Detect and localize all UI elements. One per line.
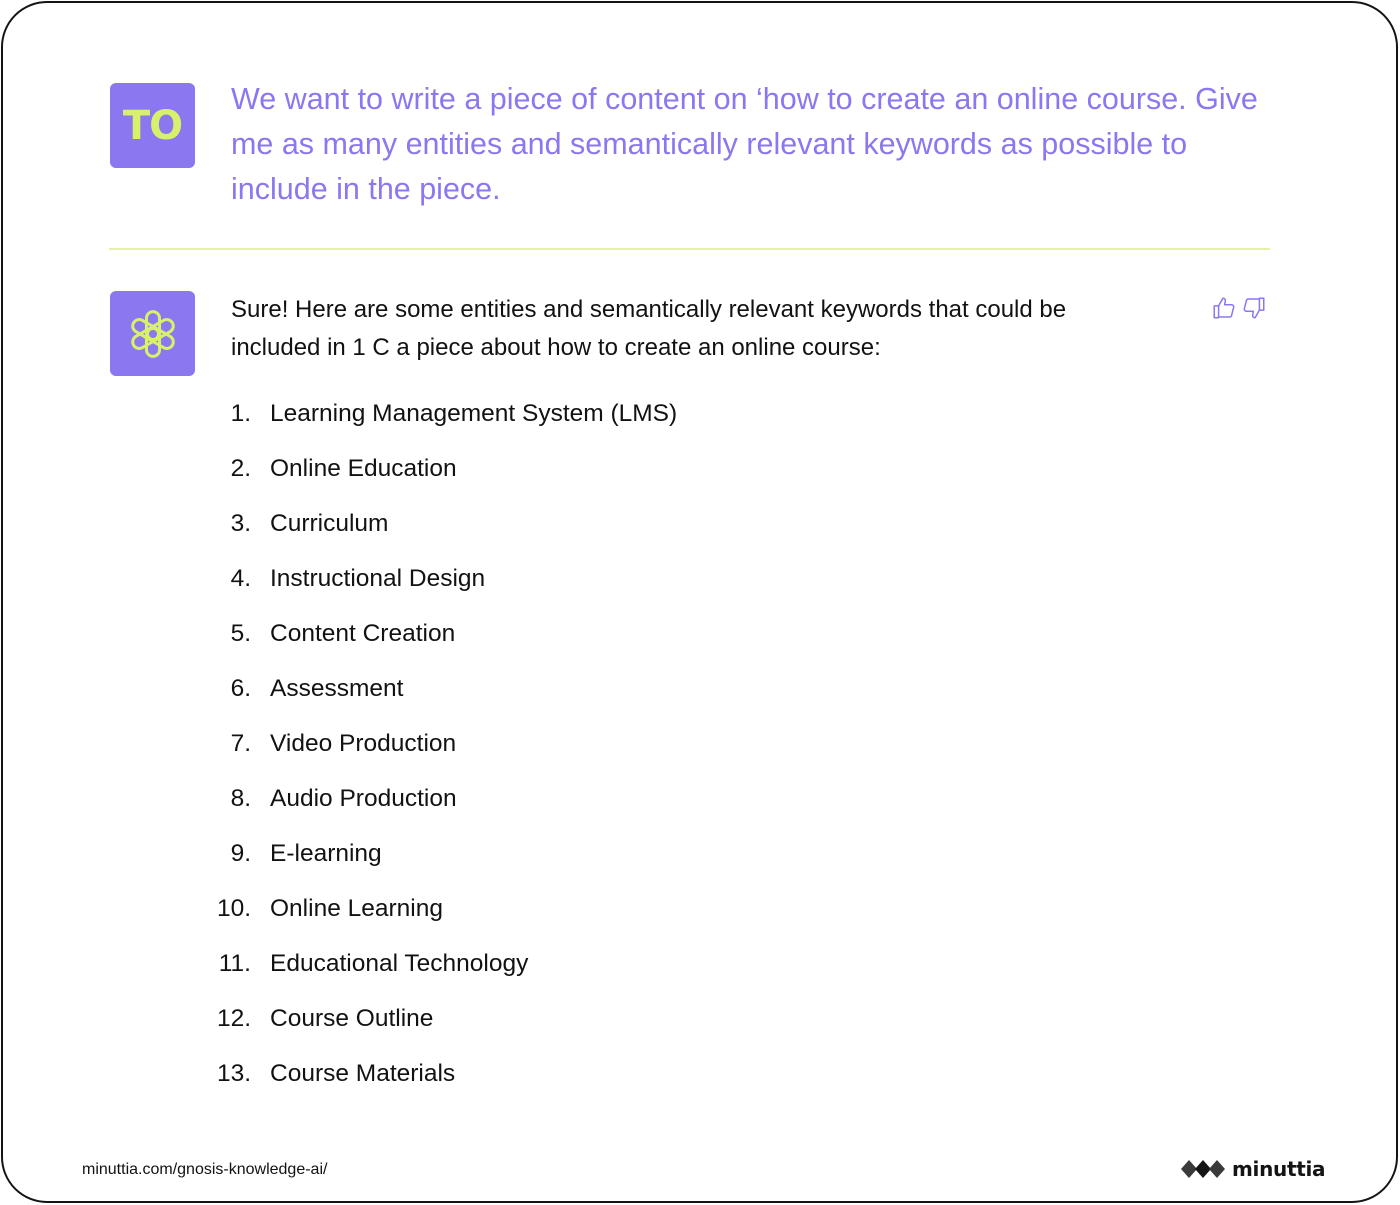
thumbs-down-icon[interactable] <box>1241 295 1267 321</box>
user-message: We want to write a piece of content on ‘… <box>231 82 1258 206</box>
assistant-avatar <box>110 291 195 376</box>
brand-logo: minuttia <box>1180 1156 1326 1182</box>
assistant-intro: Sure! Here are some entities and semanti… <box>231 296 1067 361</box>
list-item: 3. Curriculum <box>230 509 389 537</box>
list-item: 7. Video Production <box>230 729 457 757</box>
list-item: 10. Online Learning <box>216 894 443 922</box>
list-item: 12. Course Outline <box>216 1004 434 1032</box>
list-item: 13. Course Materials <box>216 1059 456 1087</box>
openai-logo-icon <box>130 309 175 358</box>
list-item: 8. Audio Production <box>230 784 457 812</box>
user-initials: TO <box>122 102 183 149</box>
list-item: 6. Assessment <box>230 674 404 702</box>
keyword-list: 1. Learning Management System (LMS) 2. Onl… <box>203 386 1103 1101</box>
list-item: 2. Online Education <box>230 454 457 482</box>
thumbs-up-icon[interactable] <box>1211 295 1237 321</box>
minuttia-logo-icon <box>1181 1160 1225 1178</box>
list-item: 11. Educational Technology <box>218 949 529 977</box>
chat-card: TO We want to write a piece of content o… <box>1 1 1398 1203</box>
list-item: 5. Content Creation <box>230 619 456 647</box>
list-item: 1. Learning Management System (LMS) <box>230 399 678 427</box>
brand-name: minuttia <box>1232 1157 1326 1181</box>
divider <box>109 248 1270 250</box>
list-item: 9. E-learning <box>230 839 382 867</box>
footer-url: minuttia.com/gnosis-knowledge-ai/ <box>82 1161 328 1178</box>
list-item: 4. Instructional Design <box>230 564 486 592</box>
feedback-controls <box>1211 295 1267 321</box>
user-avatar: TO <box>110 83 195 168</box>
